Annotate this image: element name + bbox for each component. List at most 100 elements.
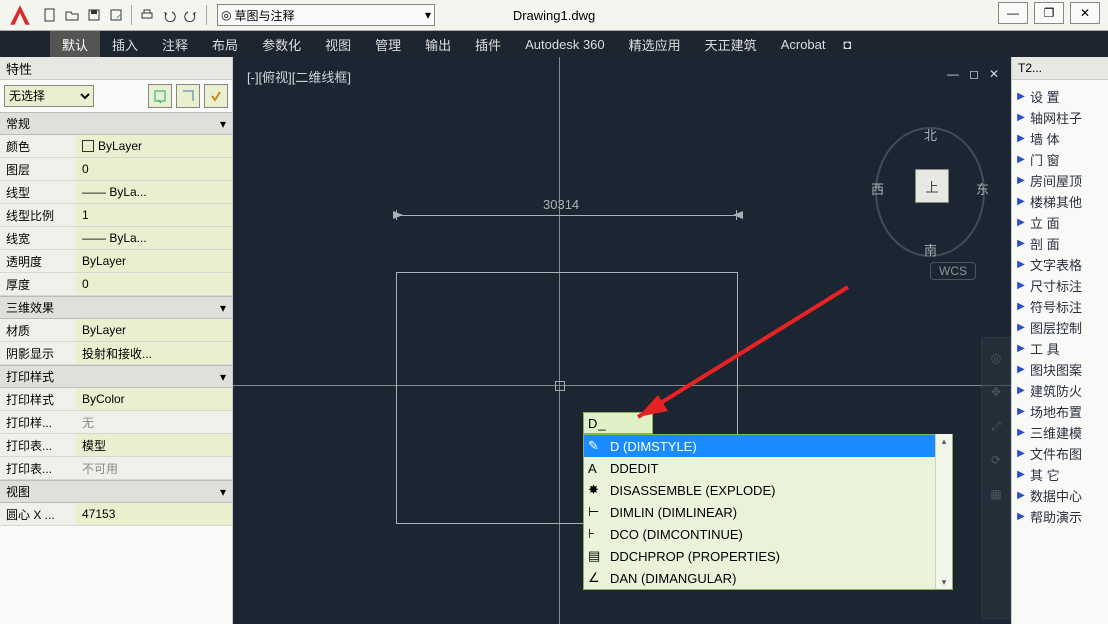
palette-item[interactable]: ▶图层控制 [1014, 317, 1106, 338]
dimension-line[interactable] [396, 215, 736, 216]
palette-item[interactable]: ▶图块图案 [1014, 359, 1106, 380]
palette-item-label: 楼梯其他 [1030, 192, 1082, 211]
palette-item[interactable]: ▶轴网柱子 [1014, 107, 1106, 128]
command-suggestion[interactable]: ✎D (DIMSTYLE) [584, 435, 952, 457]
command-suggestion[interactable]: ▤DDCHPROP (PROPERTIES) [584, 545, 952, 567]
viewcube[interactable]: 北 南 西 东 上 [875, 127, 985, 257]
viewport-close-icon[interactable]: ✕ [989, 67, 999, 81]
palette-item[interactable]: ▶楼梯其他 [1014, 191, 1106, 212]
redo-icon[interactable] [181, 5, 201, 25]
prop-section-threeD[interactable]: 三维效果▾ [0, 296, 232, 319]
window-minimize-button[interactable]: — [998, 2, 1028, 24]
scroll-down-icon[interactable]: ▾ [936, 575, 952, 589]
new-icon[interactable] [40, 5, 60, 25]
ribbon-tab-4[interactable]: 参数化 [250, 31, 313, 57]
orbit-icon[interactable]: ⟳ [986, 450, 1006, 470]
prop-value[interactable]: 投射和接收... [76, 342, 232, 365]
ribbon-tab-0[interactable]: 默认 [50, 31, 100, 57]
viewcube-west[interactable]: 西 [871, 179, 884, 198]
viewport-minimize-icon[interactable]: — [947, 67, 959, 81]
palette-item[interactable]: ▶门 窗 [1014, 149, 1106, 170]
autocad-logo[interactable] [0, 0, 40, 30]
command-suggestion[interactable]: ✸DISASSEMBLE (EXPLODE) [584, 479, 952, 501]
saveas-icon[interactable] [106, 5, 126, 25]
drawing-area[interactable]: [-][俯视][二维线框] — ◻ ✕ 30314 D_ ✎D (DIMSTYL… [233, 57, 1011, 624]
prop-value[interactable]: ByColor [76, 388, 232, 411]
prop-value[interactable]: —— ByLa... [76, 181, 232, 204]
quick-access-toolbar: ◎草图与注释 ▾ [40, 1, 435, 29]
prop-value[interactable]: 0 [76, 158, 232, 181]
ribbon-tab-5[interactable]: 视图 [313, 31, 363, 57]
pan-icon[interactable]: ✥ [986, 382, 1006, 402]
ribbon-tab-3[interactable]: 布局 [200, 31, 250, 57]
suggestion-scrollbar[interactable]: ▴ ▾ [935, 434, 952, 589]
palette-item[interactable]: ▶帮助演示 [1014, 506, 1106, 527]
viewcube-south[interactable]: 南 [924, 240, 937, 259]
dimension-text[interactable]: 30314 [543, 197, 579, 212]
prop-value[interactable]: ByLayer [76, 319, 232, 342]
open-icon[interactable] [62, 5, 82, 25]
palette-item[interactable]: ▶三维建模 [1014, 422, 1106, 443]
showmotion-icon[interactable]: ▦ [986, 484, 1006, 504]
steering-wheel-icon[interactable]: ◎ [986, 348, 1006, 368]
command-suggestion[interactable]: ∠DAN (DIMANGULAR) [584, 567, 952, 589]
ribbon-tab-1[interactable]: 插入 [100, 31, 150, 57]
prop-section-plot[interactable]: 打印样式▾ [0, 365, 232, 388]
palette-item[interactable]: ▶其 它 [1014, 464, 1106, 485]
prop-value[interactable]: 1 [76, 204, 232, 227]
zoom-extents-icon[interactable]: ⤢ [986, 416, 1006, 436]
palette-item[interactable]: ▶墙 体 [1014, 128, 1106, 149]
command-suggestion[interactable]: ⊢DIMLIN (DIMLINEAR) [584, 501, 952, 523]
ribbon-minimize-button[interactable]: ◘ [838, 31, 858, 57]
command-suggestion[interactable]: ⊦DCO (DIMCONTINUE) [584, 523, 952, 545]
palette-item[interactable]: ▶文件布图 [1014, 443, 1106, 464]
palette-item[interactable]: ▶场地布置 [1014, 401, 1106, 422]
palette-item[interactable]: ▶建筑防火 [1014, 380, 1106, 401]
quick-select-icon[interactable] [148, 84, 172, 108]
viewcube-east[interactable]: 东 [976, 179, 989, 198]
prop-section-general[interactable]: 常规▾ [0, 112, 232, 135]
viewcube-top[interactable]: 上 [915, 169, 949, 203]
palette-item[interactable]: ▶剖 面 [1014, 233, 1106, 254]
palette-item[interactable]: ▶工 具 [1014, 338, 1106, 359]
ribbon-tab-10[interactable]: 精选应用 [617, 31, 693, 57]
toggle-pickadd-icon[interactable] [204, 84, 228, 108]
viewcube-north[interactable]: 北 [924, 125, 937, 144]
ribbon-tab-2[interactable]: 注释 [150, 31, 200, 57]
viewport-maximize-icon[interactable]: ◻ [969, 67, 979, 81]
chevron-down-icon: ▾ [220, 301, 226, 315]
window-close-button[interactable]: ✕ [1070, 2, 1100, 24]
prop-value[interactable]: —— ByLa... [76, 227, 232, 250]
selection-dropdown[interactable]: 无选择 [4, 85, 94, 107]
prop-value[interactable]: 47153 [76, 503, 232, 526]
wcs-label[interactable]: WCS [930, 262, 976, 280]
save-icon[interactable] [84, 5, 104, 25]
ribbon-tab-6[interactable]: 管理 [363, 31, 413, 57]
ribbon-tab-7[interactable]: 输出 [413, 31, 463, 57]
prop-value[interactable]: 模型 [76, 434, 232, 457]
window-maximize-button[interactable]: ❐ [1034, 2, 1064, 24]
palette-item[interactable]: ▶数据中心 [1014, 485, 1106, 506]
viewport-label[interactable]: [-][俯视][二维线框] [247, 67, 351, 86]
workspace-dropdown[interactable]: ◎草图与注释 ▾ [217, 4, 435, 26]
palette-item[interactable]: ▶文字表格 [1014, 254, 1106, 275]
palette-item[interactable]: ▶设 置 [1014, 86, 1106, 107]
command-suggestion[interactable]: ADDEDIT [584, 457, 952, 479]
undo-icon[interactable] [159, 5, 179, 25]
ribbon-tab-11[interactable]: 天正建筑 [693, 31, 769, 57]
palette-item[interactable]: ▶尺寸标注 [1014, 275, 1106, 296]
prop-value[interactable]: 0 [76, 273, 232, 296]
plot-icon[interactable] [137, 5, 157, 25]
palette-item[interactable]: ▶房间屋顶 [1014, 170, 1106, 191]
command-input[interactable]: D_ [583, 412, 653, 434]
ribbon-tab-9[interactable]: Autodesk 360 [513, 31, 617, 57]
palette-item[interactable]: ▶立 面 [1014, 212, 1106, 233]
ribbon-tab-8[interactable]: 插件 [463, 31, 513, 57]
ribbon-tab-12[interactable]: Acrobat [769, 31, 838, 57]
prop-section-view[interactable]: 视图▾ [0, 480, 232, 503]
prop-value[interactable]: ByLayer [76, 250, 232, 273]
prop-value[interactable]: ByLayer [76, 135, 232, 158]
palette-item[interactable]: ▶符号标注 [1014, 296, 1106, 317]
select-objects-icon[interactable] [176, 84, 200, 108]
scroll-up-icon[interactable]: ▴ [936, 434, 952, 448]
